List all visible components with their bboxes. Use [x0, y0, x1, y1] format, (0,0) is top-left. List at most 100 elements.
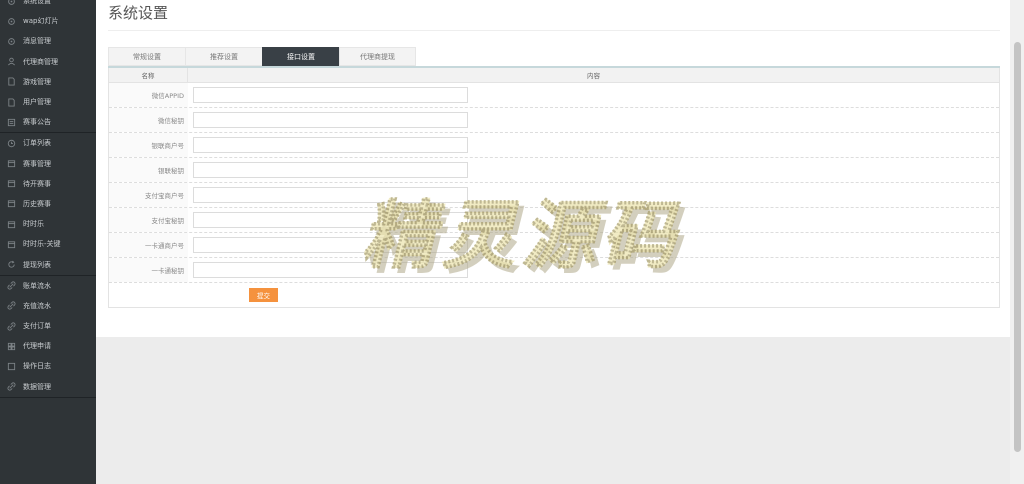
link-icon [7, 322, 16, 331]
doc-icon [7, 97, 16, 107]
field-cell [188, 158, 999, 182]
field-label: 微信APPID [109, 83, 188, 107]
sidebar-item-label: 时时乐-关键 [23, 240, 61, 249]
sidebar-item[interactable]: 订单列表 [0, 133, 96, 153]
calendar-icon [7, 220, 16, 229]
sidebar-item-label: 用户管理 [23, 98, 51, 107]
tab-general[interactable]: 常规设置 [108, 47, 185, 66]
header-content: 内容 [587, 72, 600, 80]
sidebar-item-label: 数据管理 [23, 382, 51, 391]
field-cell [188, 233, 999, 257]
sidebar-item[interactable]: 时时乐-关键 [0, 234, 96, 254]
link-icon [7, 382, 16, 391]
sidebar-item[interactable]: 充值流水 [0, 296, 96, 316]
sidebar-item[interactable]: 时时乐 [0, 214, 96, 234]
field-input[interactable] [193, 137, 468, 153]
field-input[interactable] [193, 237, 468, 253]
sidebar-item-label: 消息管理 [23, 37, 51, 46]
sidebar-item[interactable]: 提现列表 [0, 254, 96, 274]
vertical-scrollbar[interactable] [1010, 0, 1024, 484]
field-input[interactable] [193, 262, 468, 278]
sidebar-item[interactable]: 用户管理 [0, 92, 96, 112]
main-content: 系统设置 常规设置 推荐设置 接口设置 代理商提现 名称 内容 微信APPID 微… [96, 0, 1010, 337]
field-cell [188, 208, 999, 232]
field-label: 微信秘钥 [109, 108, 188, 132]
form-row: 银联秘钥 [109, 158, 999, 183]
submit-row: 提交 [109, 283, 999, 308]
sidebar-item-label: 账单流水 [23, 281, 51, 290]
sidebar-item-label: 充值流水 [23, 301, 51, 310]
submit-button[interactable]: 提交 [249, 288, 278, 302]
field-cell [188, 258, 999, 282]
field-label: 银联商户号 [109, 133, 188, 157]
tab-recommend[interactable]: 推荐设置 [185, 47, 262, 66]
field-input[interactable] [193, 112, 468, 128]
sidebar-group: 系统设置 wap幻灯片 消息管理代理商管理游戏管理用户管理赛事公告 [0, 0, 96, 134]
table-header: 名称 内容 [109, 68, 999, 83]
clock-icon [7, 139, 16, 148]
sidebar-item-label: 待开赛事 [23, 179, 51, 188]
calendar-icon [7, 240, 16, 249]
sidebar-item[interactable]: 赛事公告 [0, 112, 96, 132]
field-input[interactable] [193, 187, 468, 203]
field-input[interactable] [193, 162, 468, 178]
sidebar-item[interactable]: 历史赛事 [0, 194, 96, 214]
calendar-icon [7, 159, 16, 168]
sidebar-item[interactable]: wap幻灯片 [0, 11, 96, 31]
gear-icon [7, 0, 16, 6]
form-row: 一卡通商户号 [109, 233, 999, 258]
form-row: 微信APPID [109, 83, 999, 108]
sidebar: 系统设置 wap幻灯片 消息管理代理商管理游戏管理用户管理赛事公告订单列表赛事管理待… [0, 0, 96, 484]
sidebar-item[interactable]: 待开赛事 [0, 174, 96, 194]
form-row: 微信秘钥 [109, 108, 999, 133]
tab-agent-withdraw[interactable]: 代理商提现 [339, 47, 416, 66]
header-name: 名称 [109, 68, 188, 82]
page-title: 系统设置 [108, 4, 169, 22]
sidebar-item-label: 订单列表 [23, 139, 51, 148]
sidebar-item-label: 支付订单 [23, 322, 51, 331]
field-cell [188, 108, 999, 132]
sidebar-item-label: 代理商管理 [23, 57, 58, 66]
doc-icon [7, 77, 16, 86]
sidebar-item[interactable]: 代理商管理 [0, 52, 96, 72]
field-label: 支付宝秘钥 [109, 208, 188, 232]
sidebar-group: 订单列表赛事管理待开赛事历史赛事时时乐时时乐-关键提现列表 [0, 133, 96, 276]
sidebar-item-label: wap幻灯片 [23, 17, 59, 26]
link-icon [7, 281, 16, 290]
sidebar-item-label: 赛事公告 [23, 118, 51, 127]
form-row: 银联商户号 [109, 133, 999, 158]
sidebar-group: 账单流水充值流水支付订单代理申请操作日志数据管理 [0, 276, 96, 398]
sidebar-item-label: 游戏管理 [23, 77, 51, 86]
scrollbar-thumb[interactable] [1014, 42, 1021, 452]
sidebar-item[interactable]: 支付订单 [0, 316, 96, 336]
gear-icon [7, 37, 16, 46]
sidebar-item[interactable]: 游戏管理 [0, 72, 96, 92]
sidebar-item[interactable]: 数据管理 [0, 377, 96, 397]
sidebar-item-label: 历史赛事 [23, 199, 51, 208]
tab-interface[interactable]: 接口设置 [262, 47, 339, 66]
sidebar-item-label: 系统设置 [23, 0, 51, 6]
form-row: 支付宝商户号 [109, 183, 999, 208]
sidebar-item[interactable]: 代理申请 [0, 336, 96, 356]
list-icon [7, 118, 16, 127]
title-divider [108, 30, 1000, 31]
sidebar-item[interactable]: 操作日志 [0, 356, 96, 376]
field-label: 银联秘钥 [109, 158, 188, 182]
field-input[interactable] [193, 87, 468, 103]
user-icon [7, 57, 16, 66]
sidebar-item-label: 代理申请 [23, 342, 51, 351]
refresh-icon [7, 260, 16, 269]
sidebar-item-label: 赛事管理 [23, 159, 51, 168]
sidebar-item[interactable]: 消息管理 [0, 31, 96, 51]
sidebar-item[interactable]: 赛事管理 [0, 154, 96, 174]
sidebar-item[interactable]: 系统设置 [0, 0, 96, 11]
sidebar-item-label: 操作日志 [23, 362, 51, 371]
sidebar-item-label: 时时乐 [23, 220, 44, 229]
field-cell [188, 133, 999, 157]
field-label: 一卡通商户号 [109, 233, 188, 257]
field-input[interactable] [193, 212, 468, 228]
settings-tabs: 常规设置 推荐设置 接口设置 代理商提现 [108, 47, 416, 66]
field-label: 一卡通秘钥 [109, 258, 188, 282]
sidebar-item[interactable]: 账单流水 [0, 276, 96, 296]
field-cell [188, 83, 999, 107]
